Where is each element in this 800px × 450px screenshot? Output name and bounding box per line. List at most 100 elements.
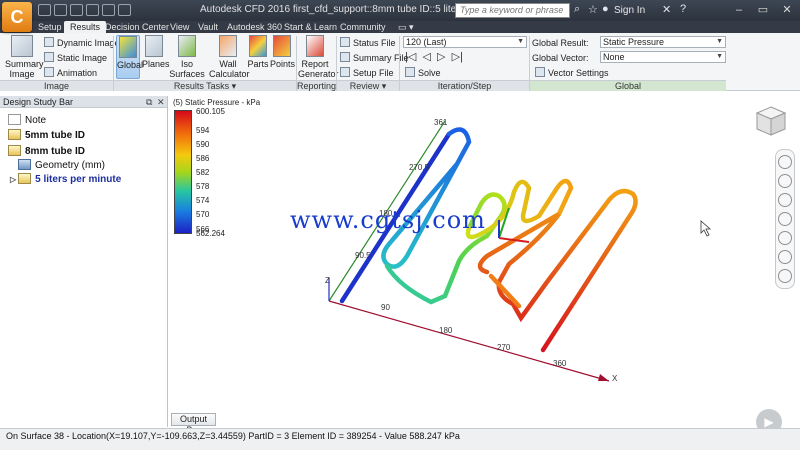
- y-tick: 90.5: [355, 251, 371, 260]
- tree-item-8mm-tube[interactable]: 8mm tube ID: [8, 145, 85, 157]
- undo-icon[interactable]: [86, 4, 99, 16]
- vector-settings-button[interactable]: Vector Settings: [535, 67, 609, 79]
- tree-item-geometry[interactable]: Geometry (mm): [18, 159, 105, 171]
- solve-icon: [405, 67, 415, 77]
- title-bar: Autodesk CFD 2016 first_cfd_support::8mm…: [0, 0, 800, 21]
- global-result-label: Global Result:: [532, 38, 589, 48]
- help-icon[interactable]: ?: [680, 3, 686, 15]
- fit-view-icon[interactable]: [778, 250, 792, 264]
- pan-icon[interactable]: [778, 174, 792, 188]
- y-tick: 361: [434, 118, 448, 127]
- parts-button[interactable]: Parts: [247, 35, 269, 79]
- quick-access-more-icon[interactable]: [118, 4, 131, 16]
- x-tick: 90: [381, 303, 390, 312]
- status-file-button[interactable]: Status File: [340, 37, 396, 49]
- tree-item-note[interactable]: Note: [8, 114, 46, 126]
- zoom-icon[interactable]: [778, 193, 792, 207]
- points-button[interactable]: Points: [270, 35, 295, 79]
- minimize-button[interactable]: –: [728, 2, 750, 18]
- report-generator-icon: [306, 35, 324, 57]
- dynamic-image-button[interactable]: Dynamic Image: [44, 37, 120, 49]
- animation-button[interactable]: Animation: [44, 67, 97, 79]
- close-panel-icon[interactable]: ✕: [157, 96, 165, 108]
- float-panel-icon[interactable]: ⧉: [146, 96, 152, 108]
- status-file-icon: [340, 37, 350, 47]
- scenario-icon: [18, 173, 32, 184]
- user-icon[interactable]: ●: [602, 3, 609, 15]
- iteration-step-select[interactable]: 120 (Last) ▼: [403, 36, 527, 48]
- static-image-button[interactable]: Static Image: [44, 52, 107, 64]
- step-navigation: |◁ ◁ ▷ ▷|: [405, 51, 463, 63]
- group-reporting: Reporting: [297, 80, 337, 91]
- iso-surfaces-button[interactable]: Iso Surfaces: [167, 35, 207, 79]
- group-iteration-step: Iteration/Step: [400, 80, 529, 91]
- first-step-icon[interactable]: |◁: [405, 51, 416, 63]
- last-step-icon[interactable]: ▷|: [452, 51, 463, 63]
- application-menu-button[interactable]: C: [2, 2, 32, 32]
- report-generator-button[interactable]: Report Generator: [298, 35, 339, 79]
- wrench-icon: [535, 67, 545, 77]
- setup-file-button[interactable]: Setup File: [340, 67, 394, 79]
- image-icon: [44, 52, 54, 62]
- orbit-icon[interactable]: [778, 212, 792, 226]
- design-icon: [8, 129, 21, 140]
- output-bar-button[interactable]: Output Bar: [171, 413, 216, 435]
- summary-image-button[interactable]: Summary Image: [5, 35, 44, 79]
- parts-icon: [249, 35, 267, 57]
- solve-button[interactable]: Solve: [405, 67, 441, 79]
- animation-icon: [44, 67, 54, 77]
- global-result-select[interactable]: Static Pressure ▼: [600, 36, 726, 48]
- global-vector-select[interactable]: None ▼: [600, 51, 726, 63]
- global-button[interactable]: Global: [116, 35, 143, 79]
- next-step-icon[interactable]: ▷: [437, 51, 445, 63]
- chevron-down-icon: ▼: [716, 53, 723, 60]
- mouse-cursor-icon: [700, 220, 712, 237]
- model-view: [328, 120, 712, 382]
- maximize-button[interactable]: ▭: [752, 2, 774, 18]
- tab-community[interactable]: Community: [334, 21, 392, 33]
- camera-icon: [44, 37, 54, 47]
- open-icon[interactable]: [54, 4, 67, 16]
- search-icon[interactable]: ⌕: [574, 3, 580, 16]
- group-review[interactable]: Review ▾: [337, 80, 399, 91]
- note-icon: [8, 114, 21, 125]
- tab-overflow-icon[interactable]: ▭ ▾: [392, 21, 420, 33]
- favorites-icon[interactable]: ☆: [588, 3, 598, 16]
- planes-button[interactable]: Planes: [142, 35, 170, 79]
- global-results-icon: [119, 36, 137, 58]
- steering-wheel-icon[interactable]: [778, 155, 792, 169]
- graphics-viewport[interactable]: (5) Static Pressure - kPa 600.105 594 59…: [169, 96, 800, 435]
- tab-view[interactable]: View: [164, 21, 195, 33]
- viewcube-icon[interactable]: [754, 104, 788, 138]
- group-image: Image: [0, 80, 113, 91]
- sign-in-button[interactable]: Sign In: [614, 5, 645, 16]
- close-button[interactable]: ✕: [776, 2, 798, 18]
- expand-icon[interactable]: ▷: [10, 175, 16, 184]
- x-axis-arrow-icon: [598, 374, 609, 381]
- search-input[interactable]: Type a keyword or phrase: [455, 3, 570, 18]
- wall-calculator-button[interactable]: Wall Calculator: [209, 35, 250, 79]
- tab-setup[interactable]: Setup: [32, 21, 68, 33]
- previous-step-icon[interactable]: ◁: [422, 51, 430, 63]
- ribbon-tabs: Setup Results Decision Center View Vault…: [0, 21, 800, 33]
- redo-icon[interactable]: [102, 4, 115, 16]
- y-tick: 270.5: [409, 163, 430, 172]
- setup-file-icon: [340, 67, 350, 77]
- chevron-down-icon: ▼: [716, 38, 723, 45]
- tree-item-scenario[interactable]: ▷ 5 liters per minute: [10, 173, 121, 185]
- tab-vault[interactable]: Vault: [192, 21, 224, 33]
- status-bar: On Surface 38 - Location(X=19.107,Y=-109…: [0, 428, 800, 450]
- planes-icon: [145, 35, 163, 57]
- wall-calculator-icon: [219, 35, 237, 57]
- exchange-icon[interactable]: ✕: [662, 3, 671, 16]
- group-results-tasks[interactable]: Results Tasks ▾: [114, 80, 296, 91]
- design-icon: [8, 145, 21, 156]
- watermark: www.cgtsj.com: [290, 206, 486, 234]
- settings-icon[interactable]: [778, 269, 792, 283]
- points-icon: [273, 35, 291, 57]
- global-vector-label: Global Vector:: [532, 53, 589, 63]
- new-icon[interactable]: [38, 4, 51, 16]
- look-icon[interactable]: [778, 231, 792, 245]
- save-icon[interactable]: [70, 4, 83, 16]
- tree-item-5mm-tube[interactable]: 5mm tube ID: [8, 129, 85, 141]
